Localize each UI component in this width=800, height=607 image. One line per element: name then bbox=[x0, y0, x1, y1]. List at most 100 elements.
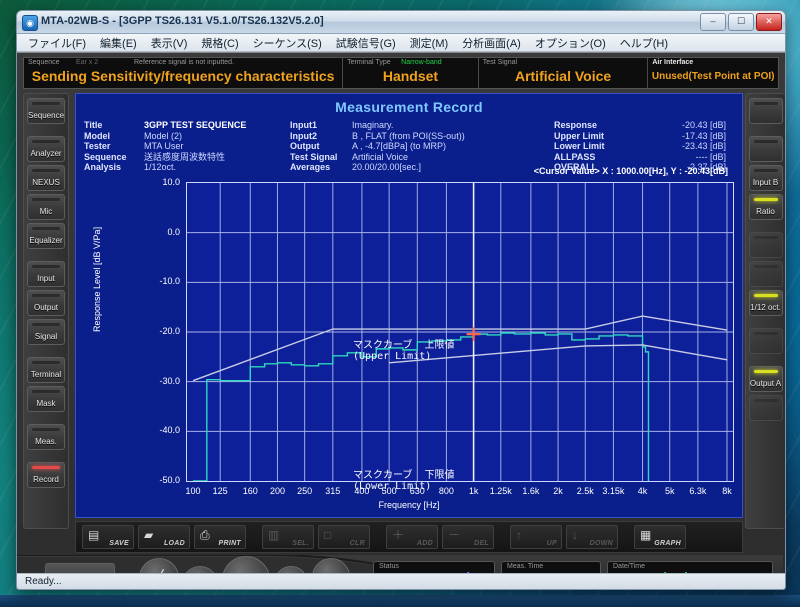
x-axis-tick: 5k bbox=[664, 486, 675, 496]
info-cell-sequence[interactable]: Sequence Ear x 2 Reference signal is not… bbox=[24, 58, 344, 88]
info-cell-test-signal[interactable]: Test Signal Artificial Voice bbox=[479, 58, 649, 88]
toolbar-button-label: ADD bbox=[416, 540, 433, 547]
record-values-mid: Imaginary. B , FLAT (from POI(SS-out)) A… bbox=[352, 120, 542, 173]
rail-button-label: Equalizer bbox=[29, 236, 63, 245]
rail-button-output-a[interactable]: Output A bbox=[748, 366, 783, 392]
rail-button-mask[interactable]: Mask bbox=[27, 386, 65, 412]
menu-item-option[interactable]: オプション(O) bbox=[528, 34, 613, 52]
field-value: B , FLAT (from POI(SS-out)) bbox=[352, 130, 465, 141]
field-key: Input1 bbox=[290, 120, 317, 130]
led-indicator bbox=[32, 169, 60, 172]
toolbar-button-up: ↑ UP bbox=[510, 525, 562, 549]
record-keys-left: Title Model Tester Sequence Analysis bbox=[84, 120, 138, 173]
rail-button-ratio[interactable]: Ratio bbox=[748, 194, 783, 220]
info-cell-air-interface[interactable]: Air Interface Unused(Test Point at POI) bbox=[648, 58, 778, 88]
menu-item-analysis[interactable]: 分析画面(A) bbox=[455, 34, 528, 52]
rail-button-signal[interactable]: Signal bbox=[27, 319, 65, 345]
rail-button-label: Terminal bbox=[30, 370, 62, 379]
annotation-upper-limit: マスクカーブ 上限値 (Upper Limit) bbox=[353, 340, 455, 362]
field-key: Analysis bbox=[84, 162, 122, 172]
response-plot[interactable] bbox=[186, 182, 734, 482]
field-key: Output bbox=[290, 141, 320, 151]
info-strip: Sequence Ear x 2 Reference signal is not… bbox=[23, 57, 779, 89]
x-axis-tick: 160 bbox=[242, 486, 258, 496]
toolbar-button-label: DOWN bbox=[589, 540, 613, 547]
toolbar-button-save[interactable]: ▤ SAVE bbox=[82, 525, 134, 549]
x-axis-tick: 6.3k bbox=[689, 486, 707, 496]
graph-icon: ▦ bbox=[640, 528, 652, 542]
grid-lines bbox=[187, 183, 733, 481]
rail-button-sequence[interactable]: Sequence bbox=[27, 98, 65, 124]
led-indicator bbox=[753, 140, 778, 143]
rail-button-label: Mask bbox=[36, 399, 56, 408]
minimize-button[interactable]: – bbox=[700, 13, 726, 31]
close-button[interactable]: ✕ bbox=[756, 13, 782, 31]
x-axis-tick: 125 bbox=[212, 486, 228, 496]
rail-button-label: Analyzer bbox=[30, 149, 62, 158]
rail-button-analyzer[interactable]: Analyzer bbox=[27, 136, 65, 162]
rail-button-blank-1[interactable] bbox=[748, 98, 783, 124]
rail-button-mic[interactable]: Mic bbox=[27, 194, 65, 220]
taskbar[interactable] bbox=[0, 595, 800, 607]
y-axis-tick: -40.0 bbox=[159, 425, 180, 436]
rail-button-blank-4[interactable] bbox=[748, 261, 783, 287]
info-cell-terminal[interactable]: Terminal Type Narrow-band Handset bbox=[343, 58, 479, 88]
datetime-label: Date/Time bbox=[613, 563, 646, 570]
rail-button-input-b[interactable]: Input B bbox=[748, 165, 783, 191]
rail-button-input[interactable]: Input bbox=[27, 261, 65, 287]
rail-button-terminal[interactable]: Terminal bbox=[27, 357, 65, 383]
select-icon: ▥ bbox=[268, 528, 280, 542]
rail-button-nexus[interactable]: NEXUS bbox=[27, 165, 65, 191]
field-key: Title bbox=[84, 120, 103, 130]
toolbar-button-load[interactable]: ▰ LOAD bbox=[138, 525, 190, 549]
sequence-value: Sending Sensitivity/frequency characteri… bbox=[31, 68, 335, 84]
x-axis-tick: 3.15k bbox=[602, 486, 625, 496]
menu-bar: ファイル(F) 編集(E) 表示(V) 規格(C) シーケンス(S) 試験信号(… bbox=[17, 34, 785, 52]
rail-button-equalizer[interactable]: Equalizer bbox=[27, 223, 65, 249]
y-axis: 10.0 0.0 -10.0 -20.0 -30.0 -40.0 -50.0 bbox=[134, 176, 184, 488]
floppy-icon: ▤ bbox=[88, 528, 100, 542]
menu-item-view[interactable]: 表示(V) bbox=[144, 34, 195, 52]
rail-button-label: Meas. bbox=[35, 437, 57, 446]
rail-button-blank-3[interactable] bbox=[748, 232, 783, 258]
toolbar-button-print[interactable]: ⎙ PRINT bbox=[194, 525, 246, 549]
menu-item-testsignal[interactable]: 試験信号(G) bbox=[329, 34, 403, 52]
rail-button-octave[interactable]: 1/12 oct. bbox=[748, 290, 783, 316]
rail-button-label: Mic bbox=[39, 207, 53, 216]
menu-item-file[interactable]: ファイル(F) bbox=[21, 34, 93, 52]
y-axis-title: Response Level [dB V/Pa] bbox=[92, 226, 102, 332]
rail-button-meas[interactable]: Meas. bbox=[27, 424, 65, 450]
toolbar-button-label: DEL bbox=[474, 540, 489, 547]
field-value: 送話感度周波数特性 bbox=[144, 151, 226, 162]
led-indicator bbox=[32, 466, 60, 469]
x-axis-tick: 315 bbox=[325, 486, 341, 496]
led-indicator bbox=[753, 236, 778, 239]
menu-item-measure[interactable]: 測定(M) bbox=[403, 34, 456, 52]
field-value: Artificial Voice bbox=[352, 151, 409, 162]
window-title: MTA-02WB-S - [3GPP TS26.131 V5.1.0/TS26.… bbox=[41, 15, 324, 27]
record-values-left: 3GPP TEST SEQUENCE Model (2) MTA User 送話… bbox=[144, 120, 289, 173]
menu-item-sequence[interactable]: シーケンス(S) bbox=[246, 34, 329, 52]
field-key: Response bbox=[554, 120, 598, 130]
led-indicator bbox=[753, 169, 778, 172]
toolbar-button-label: LOAD bbox=[163, 540, 185, 547]
application-body: Sequence Ear x 2 Reference signal is not… bbox=[17, 52, 785, 589]
rail-button-blank-6[interactable] bbox=[748, 395, 783, 421]
title-bar[interactable]: ◉ MTA-02WB-S - [3GPP TS26.131 V5.1.0/TS2… bbox=[17, 11, 785, 34]
app-icon: ◉ bbox=[22, 15, 38, 31]
rail-button-blank-5[interactable] bbox=[748, 328, 783, 354]
menu-item-help[interactable]: ヘルプ(H) bbox=[613, 34, 675, 52]
rail-button-blank-2[interactable] bbox=[748, 136, 783, 162]
field-value: 1/12oct. bbox=[144, 162, 177, 172]
rail-button-label: Input B bbox=[752, 178, 779, 187]
menu-item-standard[interactable]: 規格(C) bbox=[194, 34, 245, 52]
field-value: ---- [dB] bbox=[695, 151, 727, 162]
cursor-value-readout: <Cursor Value> X : 1000.00[Hz], Y : -20.… bbox=[533, 166, 728, 176]
sequence-label: Sequence bbox=[28, 59, 60, 66]
rail-button-output[interactable]: Output bbox=[27, 290, 65, 316]
rail-button-record[interactable]: Record bbox=[27, 462, 65, 488]
record-keys-right: Response Upper Limit Lower Limit ALLPASS… bbox=[554, 120, 626, 173]
toolbar-button-graph[interactable]: ▦ GRAPH bbox=[634, 525, 686, 549]
menu-item-edit[interactable]: 編集(E) bbox=[93, 34, 144, 52]
maximize-button[interactable]: ☐ bbox=[728, 13, 754, 31]
